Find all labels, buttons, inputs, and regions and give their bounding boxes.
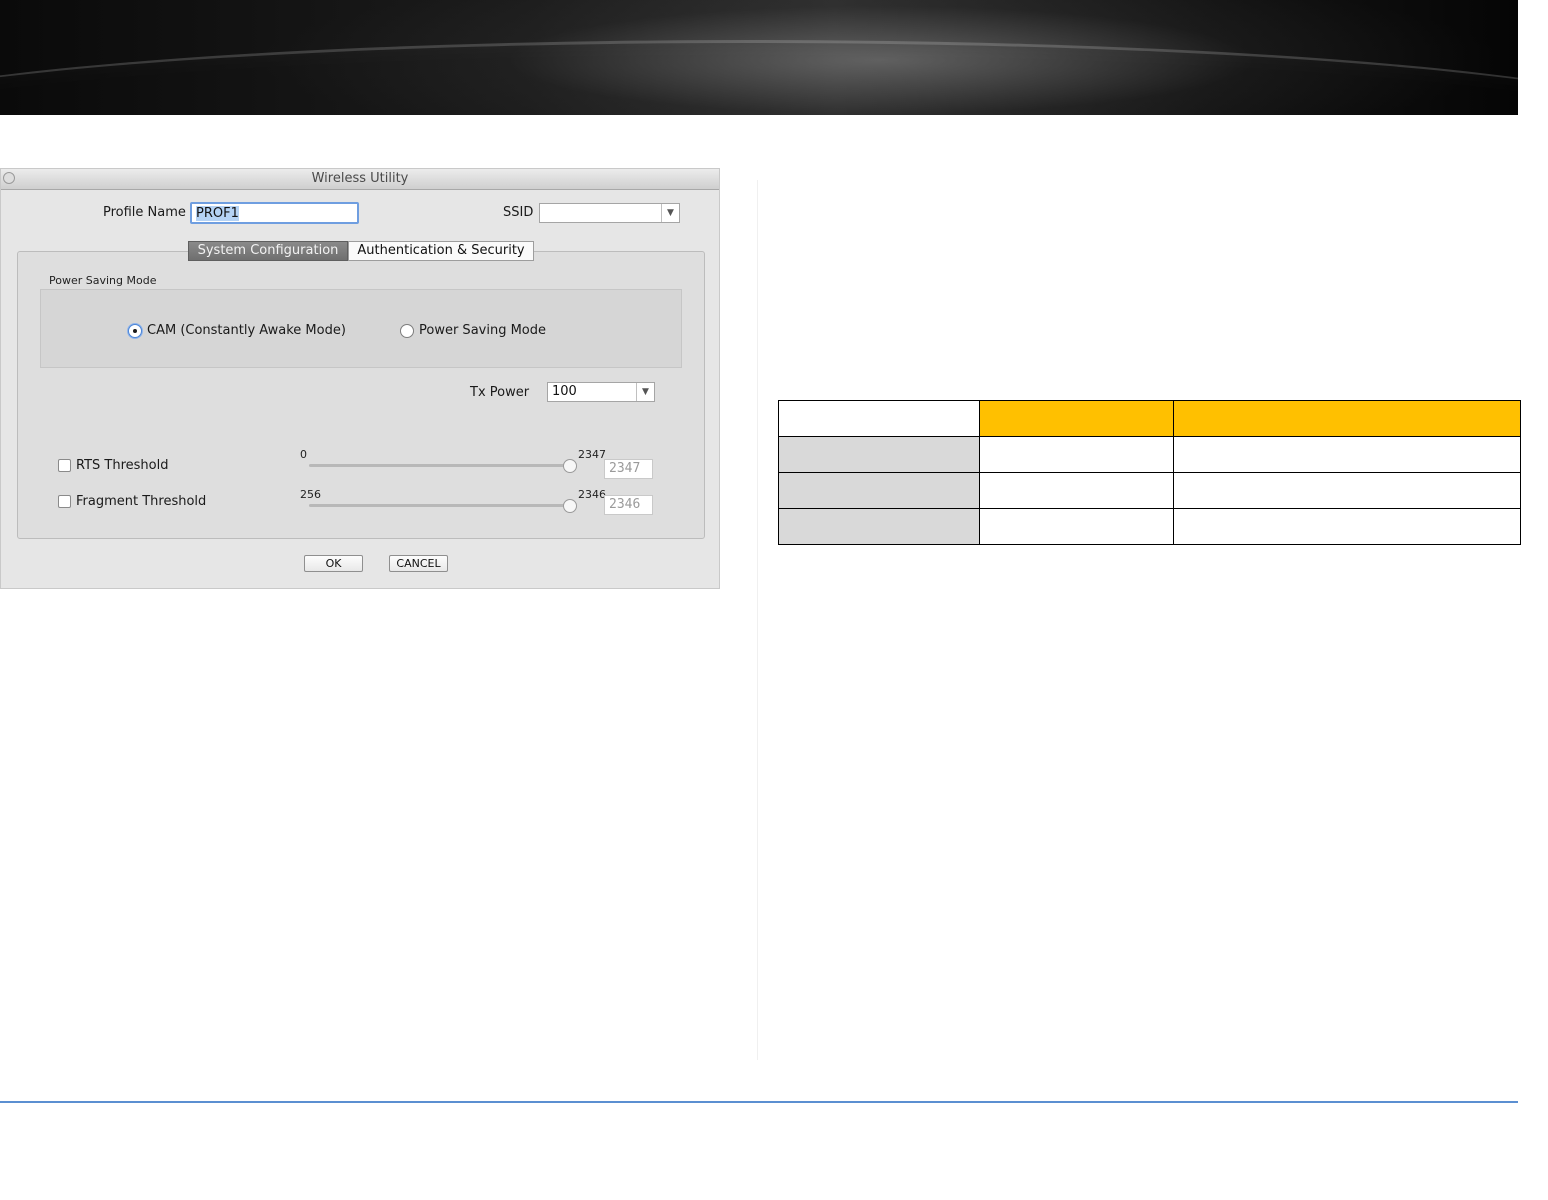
power-saving-radio[interactable] bbox=[400, 324, 414, 338]
footer-rule bbox=[0, 1101, 1518, 1103]
settings-table bbox=[778, 400, 1521, 545]
table-header-cell bbox=[778, 400, 980, 437]
table-row-label-cell bbox=[778, 436, 980, 473]
banner-swoosh bbox=[0, 40, 1518, 115]
table-cell bbox=[979, 508, 1174, 545]
rts-threshold-label: RTS Threshold bbox=[76, 458, 169, 473]
power-saving-group-label: Power Saving Mode bbox=[49, 274, 157, 287]
tx-power-value: 100 bbox=[552, 384, 577, 399]
power-saving-radio-label[interactable]: Power Saving Mode bbox=[419, 323, 546, 338]
fragment-slider-thumb[interactable] bbox=[563, 499, 577, 513]
fragment-threshold-checkbox[interactable] bbox=[58, 495, 71, 508]
tx-power-select[interactable]: 100 ▼ bbox=[547, 382, 655, 402]
cam-radio-label[interactable]: CAM (Constantly Awake Mode) bbox=[147, 323, 346, 338]
profile-name-input[interactable]: PROF1 bbox=[190, 202, 359, 224]
ok-button[interactable]: OK bbox=[304, 555, 363, 572]
table-header-cell bbox=[1173, 400, 1521, 437]
chevron-down-icon[interactable]: ▼ bbox=[661, 204, 679, 222]
fragment-threshold-label: Fragment Threshold bbox=[76, 494, 207, 509]
cancel-button[interactable]: CANCEL bbox=[389, 555, 448, 572]
table-cell bbox=[1173, 472, 1521, 509]
profile-name-label: Profile Name bbox=[103, 205, 186, 220]
rts-slider-track[interactable] bbox=[309, 464, 571, 467]
table-row bbox=[778, 508, 1521, 545]
window-title: Wireless Utility bbox=[311, 171, 409, 186]
wireless-utility-dialog: Wireless Utility Profile Name PROF1 SSID… bbox=[0, 168, 720, 589]
profile-name-value: PROF1 bbox=[196, 206, 239, 221]
title-bar: Wireless Utility bbox=[1, 169, 719, 190]
tab-system-configuration[interactable]: System Configuration bbox=[188, 241, 348, 261]
cam-radio[interactable] bbox=[128, 324, 142, 338]
table-cell bbox=[1173, 508, 1521, 545]
fragment-max-label: 2346 bbox=[578, 488, 606, 501]
table-row bbox=[778, 472, 1521, 509]
table-cell bbox=[979, 472, 1174, 509]
table-row-label-cell bbox=[778, 472, 980, 509]
table-cell bbox=[979, 436, 1174, 473]
fragment-value-field[interactable]: 2346 bbox=[604, 495, 653, 515]
rts-max-label: 2347 bbox=[578, 448, 606, 461]
tx-power-label: Tx Power bbox=[470, 385, 530, 400]
rts-slider-thumb[interactable] bbox=[563, 459, 577, 473]
table-cell bbox=[1173, 436, 1521, 473]
chevron-down-icon[interactable]: ▼ bbox=[636, 383, 654, 401]
tab-authentication-security[interactable]: Authentication & Security bbox=[348, 241, 534, 261]
table-header-row bbox=[778, 400, 1521, 437]
fragment-slider-track[interactable] bbox=[309, 504, 571, 507]
ssid-combobox[interactable]: ▼ bbox=[539, 203, 680, 223]
table-row-label-cell bbox=[778, 508, 980, 545]
column-divider bbox=[757, 180, 758, 1060]
rts-min-label: 0 bbox=[300, 448, 307, 461]
fragment-min-label: 256 bbox=[300, 488, 321, 501]
table-row bbox=[778, 436, 1521, 473]
table-header-cell bbox=[979, 400, 1174, 437]
ssid-label: SSID bbox=[503, 205, 534, 220]
rts-threshold-checkbox[interactable] bbox=[58, 459, 71, 472]
header-banner bbox=[0, 0, 1518, 115]
rts-value-field[interactable]: 2347 bbox=[604, 459, 653, 479]
